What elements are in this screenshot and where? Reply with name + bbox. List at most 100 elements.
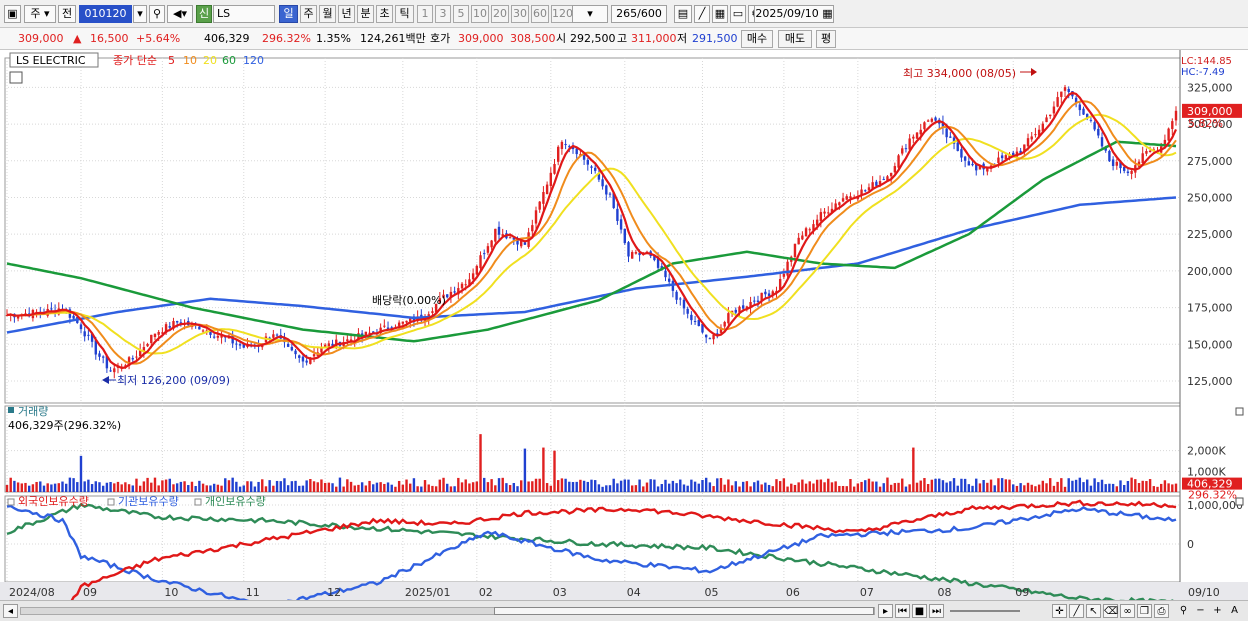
fast-forward-icon[interactable]: ⏭ — [929, 604, 944, 618]
line-tool-icon[interactable]: ╱ — [1069, 604, 1084, 618]
x-tick-label-3: 11 — [246, 586, 260, 599]
scroll-right-icon[interactable]: ▸ — [878, 604, 893, 618]
scroll-left-icon[interactable]: ◂ — [3, 604, 18, 618]
search-icon[interactable]: ⚲ — [149, 5, 165, 23]
eraser-icon[interactable]: ⌫ — [1103, 604, 1118, 618]
volume-bar — [849, 479, 852, 492]
zoom-out-icon[interactable]: − — [1193, 604, 1208, 618]
candle-body — [782, 273, 786, 277]
candle-body — [849, 196, 852, 199]
period-button-0[interactable]: 일 — [279, 5, 298, 23]
candle-body — [346, 339, 349, 342]
volume-bar — [579, 479, 582, 492]
volume-bar — [508, 485, 512, 492]
period-button-1[interactable]: 주 — [300, 5, 317, 23]
candle-body — [494, 228, 497, 242]
volume-bar — [571, 482, 575, 492]
volume-bar — [623, 479, 626, 492]
buy-button[interactable]: 매수 — [741, 30, 773, 48]
volume-bar — [1100, 479, 1104, 492]
period-button-2[interactable]: 월 — [319, 5, 336, 23]
x-tick-label-7: 03 — [553, 586, 567, 599]
crosshair-icon[interactable]: ✛ — [1052, 604, 1067, 618]
minute-button-0[interactable]: 1 — [417, 5, 433, 23]
chart-type-icon[interactable]: ▤ — [674, 5, 692, 23]
candle-body — [109, 370, 112, 372]
volume-bar — [168, 478, 171, 492]
minute-button-3[interactable]: 10 — [471, 5, 489, 23]
minute-button-5[interactable]: 30 — [511, 5, 529, 23]
menu-icon[interactable]: ▣ — [4, 5, 21, 23]
candle-body — [804, 228, 808, 237]
volume-bar — [87, 479, 90, 492]
volume-bar — [679, 479, 682, 492]
sell-button[interactable]: 매도 — [778, 30, 812, 48]
period-button-4[interactable]: 분 — [357, 5, 374, 23]
rewind-icon[interactable]: ⏮ — [895, 604, 910, 618]
sound-icon[interactable]: ◀▾ — [167, 5, 193, 23]
link-icon[interactable]: ∞ — [1120, 604, 1135, 618]
zoom-in-icon[interactable]: + — [1210, 604, 1225, 618]
candle-body — [845, 196, 848, 200]
stock-code-input[interactable]: 010120 — [79, 5, 132, 23]
high-price: 311,000 — [631, 32, 677, 45]
print-icon[interactable]: ⎙ — [1154, 604, 1169, 618]
minute-button-4[interactable]: 20 — [491, 5, 509, 23]
volume-ratio: 296.32% — [262, 32, 311, 45]
volume-bar — [272, 485, 275, 492]
draw-tool-icon[interactable]: ╱ — [694, 5, 710, 23]
horizontal-scrollbar[interactable] — [20, 607, 875, 615]
zoom-search-icon[interactable]: ⚲ — [1176, 604, 1191, 618]
compare-icon[interactable]: ▦ — [712, 5, 728, 23]
date-field[interactable]: 2025/09/10 ▦ — [754, 5, 834, 23]
minute-button-6[interactable]: 60 — [531, 5, 549, 23]
bid-price: 308,500 — [510, 32, 556, 45]
cursor-icon[interactable]: ↖ — [1086, 604, 1101, 618]
current-price: 309,000 — [18, 32, 64, 45]
volume-bar — [372, 484, 375, 492]
eval-button[interactable]: 평 — [816, 30, 836, 48]
save-icon[interactable]: ▭ — [730, 5, 746, 23]
minute-button-7[interactable]: 120 — [551, 5, 573, 23]
volume-bar — [978, 483, 982, 492]
candle-body — [712, 334, 715, 340]
volume-bar — [1108, 483, 1111, 492]
candle-body — [864, 190, 867, 192]
candle-body — [320, 348, 323, 353]
volume-bar — [153, 477, 157, 492]
volume-bar — [412, 478, 416, 492]
market-select[interactable]: 주 ▾ — [24, 5, 56, 23]
volume-bar — [741, 481, 745, 492]
period-button-5[interactable]: 초 — [376, 5, 393, 23]
holding-tick-0: 1,000,000 — [1187, 499, 1243, 512]
zoom-slider[interactable] — [950, 610, 1020, 612]
volume-bar — [730, 485, 734, 492]
period-button-3[interactable]: 년 — [338, 5, 355, 23]
volume-bar — [582, 480, 586, 492]
volume-bar — [405, 479, 408, 492]
volume-bar — [1045, 483, 1048, 492]
volume-bar — [268, 480, 271, 492]
count-field[interactable]: 265/600 — [611, 5, 667, 23]
stock-chart[interactable]: 125,000 150,000 175,000 200,000 225,000 250,0… — [0, 50, 1248, 600]
candle-body — [564, 144, 567, 146]
prev-button[interactable]: 전 — [58, 5, 76, 23]
volume-bar — [261, 479, 264, 492]
candle-body — [727, 313, 730, 324]
copy-icon[interactable]: ❐ — [1137, 604, 1152, 618]
volume-bar — [549, 485, 553, 492]
code-dropdown-icon[interactable]: ▾ — [133, 5, 147, 23]
volume-bar — [886, 477, 889, 492]
period-button-6[interactable]: 틱 — [395, 5, 414, 23]
interval-input[interactable]: ▾ — [572, 5, 608, 23]
volume-bar — [520, 480, 523, 492]
minute-button-1[interactable]: 3 — [435, 5, 451, 23]
volume-tick-0: 1,000K — [1187, 465, 1226, 478]
volume-bar — [1067, 478, 1070, 492]
new-button[interactable]: 신 — [196, 5, 212, 23]
scrollbar-thumb[interactable] — [494, 607, 874, 615]
minute-button-2[interactable]: 5 — [453, 5, 469, 23]
stop-icon[interactable]: ■ — [912, 604, 927, 618]
candle-body — [930, 118, 934, 122]
font-size-icon[interactable]: A — [1227, 604, 1242, 618]
